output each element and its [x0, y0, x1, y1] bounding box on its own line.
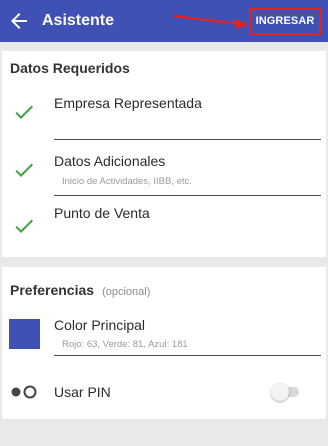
item-label: Usar PIN: [54, 384, 111, 400]
annotation-arrow: [173, 14, 248, 29]
ingresar-button[interactable]: INGRESAR: [249, 8, 321, 35]
check-icon: [15, 219, 33, 233]
required-data-card: Datos Requeridos Empresa Representada Da…: [2, 51, 326, 257]
item-divider: [54, 355, 321, 356]
toggle-thumb: [271, 383, 289, 401]
item-label: Color Principal: [54, 317, 146, 333]
optional-label: (opcional): [102, 286, 151, 298]
item-label: Punto de Venta: [54, 205, 150, 221]
check-icon: [15, 163, 33, 177]
section-title-preferences: Preferencias (opcional): [10, 282, 150, 298]
item-label: Datos Adicionales: [54, 153, 166, 169]
section-title-required: Datos Requeridos: [10, 60, 130, 76]
pin-toggle[interactable]: [271, 383, 301, 401]
check-icon: [15, 105, 33, 119]
page-title: Asistente: [42, 12, 115, 29]
item-subtitle: Inicio de Actividades, IIBB, etc.: [62, 176, 192, 187]
item-divider: [54, 195, 321, 196]
item-label: Empresa Representada: [54, 95, 202, 111]
preferences-title: Preferencias: [10, 282, 95, 298]
preferences-card: Preferencias (opcional) Color Principal R…: [2, 267, 326, 419]
app-bar: Asistente INGRESAR: [0, 0, 328, 42]
pin-dots-icon: [11, 385, 37, 399]
arrow-back-icon[interactable]: [7, 9, 31, 33]
color-swatch: [9, 319, 40, 349]
color-detail: Rojo: 63, Verde: 81, Azul: 181: [62, 339, 188, 350]
item-divider: [54, 139, 321, 140]
